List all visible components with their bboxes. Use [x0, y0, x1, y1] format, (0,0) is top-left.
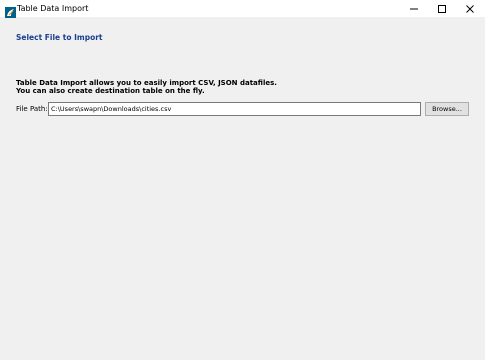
- page-title: Select File to Import: [16, 33, 103, 42]
- workbench-dolphin-icon: [5, 3, 16, 18]
- file-path-input[interactable]: [48, 102, 421, 116]
- maximize-icon: [438, 5, 446, 13]
- description-line-2: You can also create destination table on…: [16, 87, 205, 95]
- file-path-label: File Path:: [16, 105, 48, 113]
- browse-button[interactable]: Browse...: [425, 102, 469, 116]
- title-bar[interactable]: Table Data Import: [0, 0, 485, 18]
- close-button[interactable]: [454, 0, 485, 17]
- window-title: Table Data Import: [17, 4, 89, 13]
- close-icon: [466, 5, 474, 13]
- minimize-icon: [410, 8, 418, 10]
- import-wizard-window: Table Data Import Select File to Import …: [0, 0, 485, 360]
